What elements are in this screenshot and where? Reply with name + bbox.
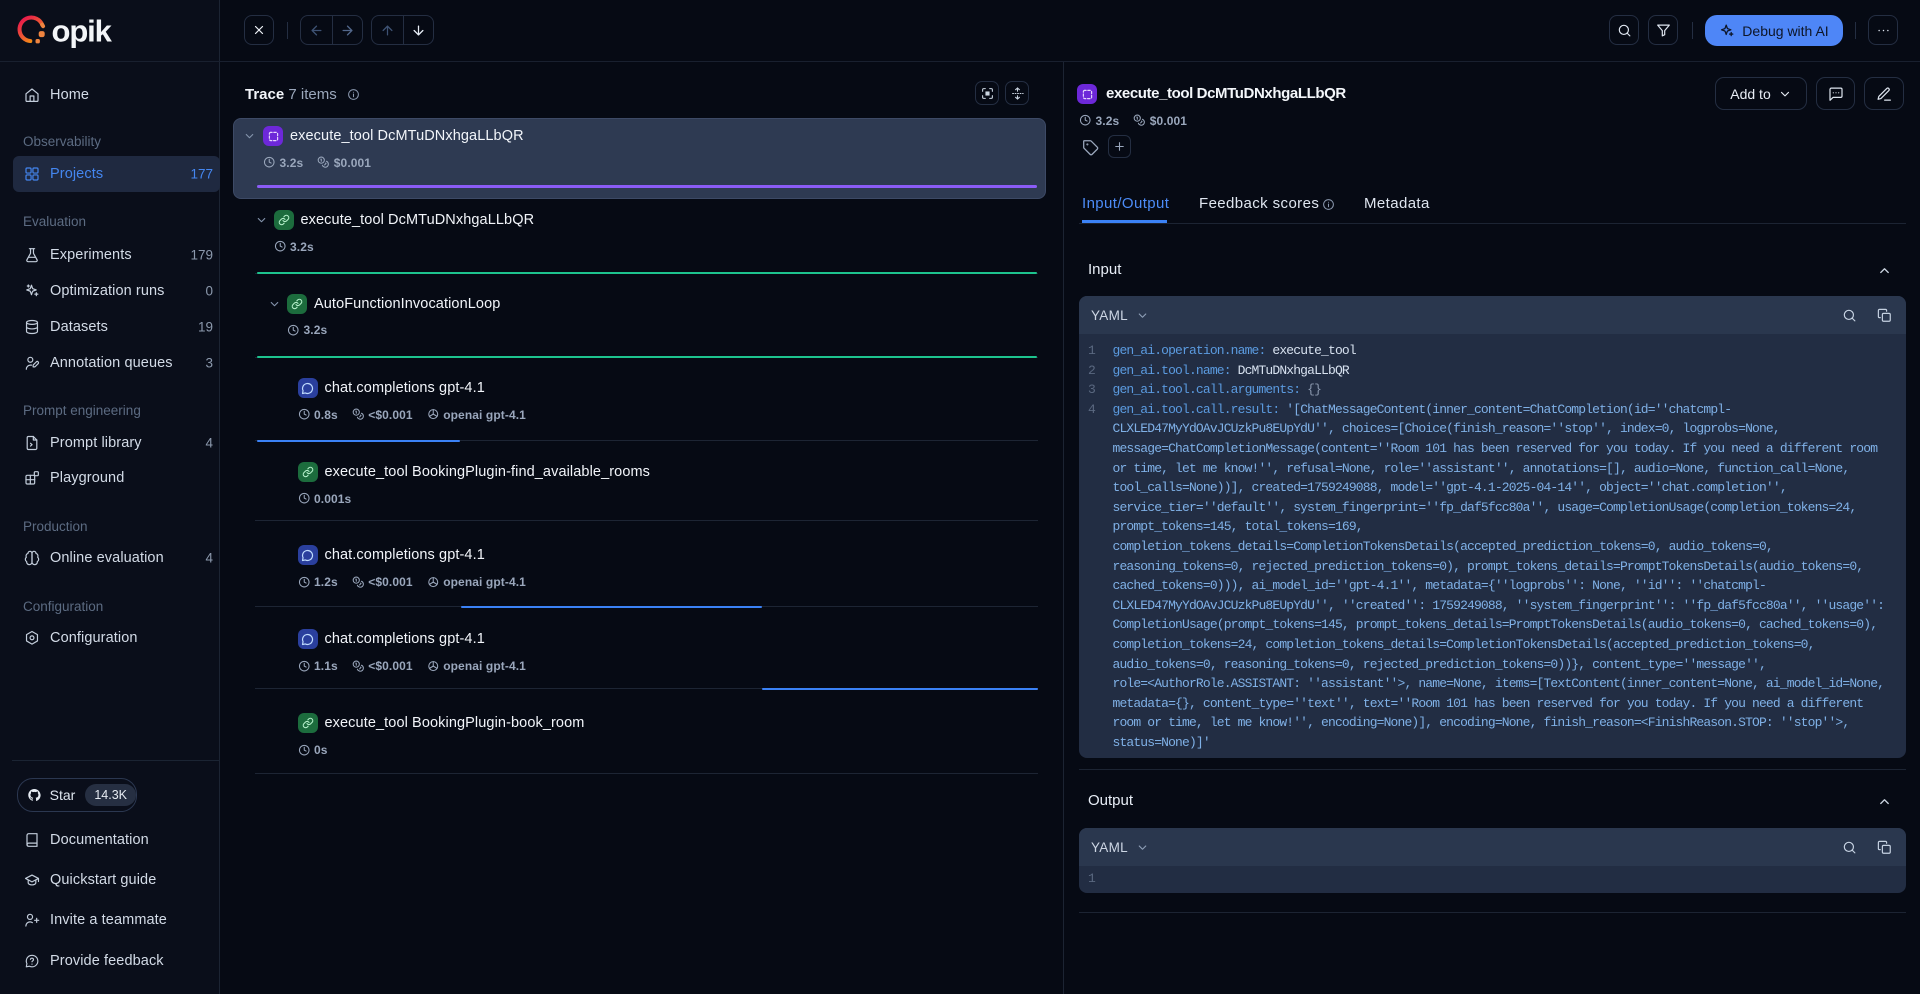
- svg-text:opik: opik: [52, 14, 113, 49]
